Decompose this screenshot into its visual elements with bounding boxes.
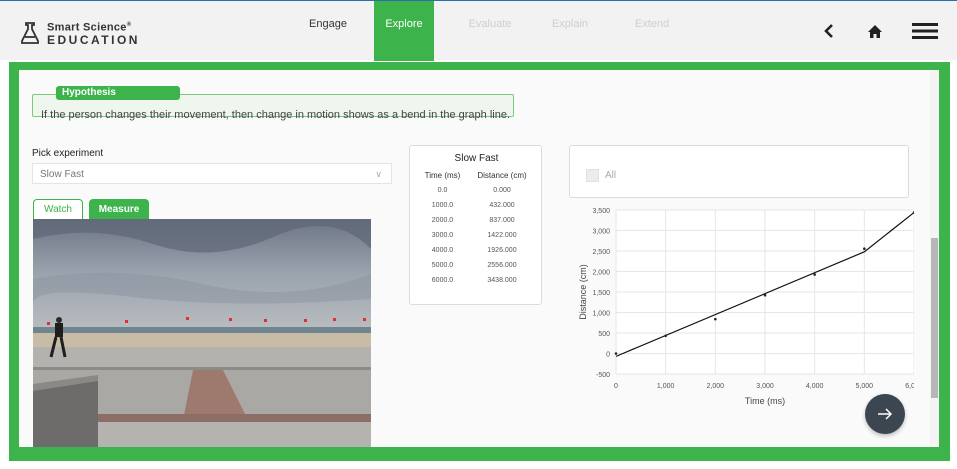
hypothesis-text: If the person changes their movement, th… [41,109,511,121]
data-table-title: Slow Fast [454,153,499,164]
y-tick-label: -500 [596,372,610,379]
flask-icon [21,21,39,44]
time-cell: 2000.0 [431,217,454,224]
brand-line2: EDUCATION [47,32,140,47]
x-tick-label: 2,000 [707,383,725,390]
back-button[interactable] [819,19,839,43]
watch-button[interactable]: Watch [33,199,83,220]
tab-engage[interactable]: Engage [283,1,373,61]
table-row: 0.0 0.000 [410,187,543,202]
menu-icon [912,23,938,39]
table-row: 2000.0 837.000 [410,217,543,232]
time-cell: 4000.0 [431,247,454,254]
chevron-left-icon [824,24,833,38]
menu-button[interactable] [911,19,939,43]
y-tick-label: 1,500 [592,290,610,297]
beach-scene-image [33,219,371,447]
time-cell: 0.0 [437,187,448,194]
time-cell: 3000.0 [431,232,454,239]
y-tick-label: 1,000 [592,311,610,318]
table-row: 6000.0 3438.000 [410,277,543,292]
scrollbar-thumb[interactable] [931,238,938,398]
measure-button[interactable]: Measure [89,199,149,220]
table-row: 4000.0 1926.000 [410,247,543,262]
data-point [614,352,618,355]
x-tick-label: 0 [614,383,618,390]
time-cell: 5000.0 [431,262,454,269]
distance-cell: 2556.000 [487,262,517,269]
time-cell: 6000.0 [431,277,454,284]
tab-explore[interactable]: Explore [374,1,434,61]
series-legend: All [569,145,909,198]
x-tick-label: 3,000 [756,383,774,390]
all-checkbox[interactable] [586,169,599,182]
column-header-distance: Distance (cm) [477,171,527,180]
brand-line1: Smart Science® [47,21,132,34]
x-tick-label: 5,000 [856,383,874,390]
tab-evaluate: Evaluate [468,18,512,30]
distance-cell: 837.000 [489,217,515,224]
data-point [813,273,816,276]
table-row: 3000.0 1422.000 [410,232,543,247]
time-cell: 1000.0 [431,202,454,209]
y-tick-label: 500 [598,331,610,338]
home-icon [868,24,882,38]
all-checkbox-label: All [605,170,617,181]
experiment-select-value: Slow Fast [40,169,84,180]
tab-extend: Extend [634,18,670,30]
experiment-video[interactable] [33,219,371,447]
arrow-right-icon [878,408,893,420]
brand-logo[interactable]: Smart Science® EDUCATION [20,19,140,47]
distance-cell: 432.000 [489,202,515,209]
hypothesis-tag: Hypothesis [56,86,180,100]
table-row: 1000.0 432.000 [410,202,543,217]
data-table: Slow Fast Time (ms) Distance (cm) 0.0 0.0… [409,145,542,305]
chevron-down-icon: ∨ [375,169,382,179]
column-header-time: Time (ms) [424,171,461,180]
data-point [664,334,667,338]
tab-explain: Explain [551,18,589,30]
y-tick-label: 3,500 [592,208,610,215]
data-point [863,247,866,251]
y-tick-label: 0 [606,352,610,359]
y-tick-label: 3,000 [592,229,610,236]
pick-experiment-label: Pick experiment [32,148,104,159]
x-tick-label: 1,000 [657,383,675,390]
data-point [763,293,767,297]
x-axis-label: Time (ms) [745,396,785,406]
x-tick-label: 6,000 [905,383,914,390]
distance-cell: 1926.000 [487,247,517,254]
top-bar: Smart Science® EDUCATION Engage Explore … [0,0,957,61]
next-button[interactable] [865,394,905,434]
experiment-select[interactable]: Slow Fast ∨ [32,163,392,184]
distance-cell: 1422.000 [487,232,517,239]
table-row: 5000.0 2556.000 [410,262,543,277]
distance-cell: 3438.000 [487,277,517,284]
home-button[interactable] [864,19,886,43]
y-axis-label: Distance (cm) [578,264,588,320]
distance-cell: 0.000 [493,187,511,194]
y-tick-label: 2,500 [592,249,610,256]
y-tick-label: 2,000 [592,270,610,277]
content-panel: Hypothesis If the person changes their m… [19,70,939,447]
x-tick-label: 4,000 [806,383,824,390]
distance-time-chart: 0 1,000 2,000 3,000 4,000 5,000 6,000 -500 0 500 1… [578,208,914,406]
data-point [714,317,717,321]
